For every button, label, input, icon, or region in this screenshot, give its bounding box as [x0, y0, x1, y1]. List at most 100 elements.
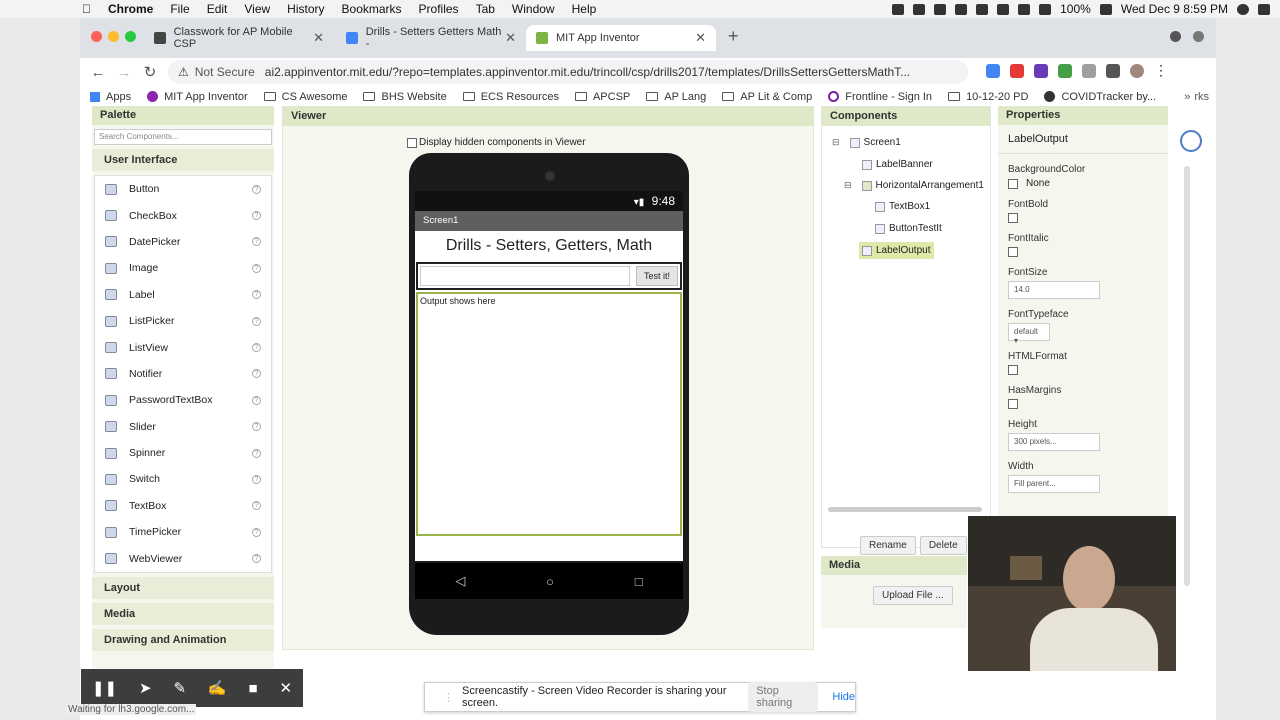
help-icon[interactable]: ?	[252, 211, 261, 221]
category-drawing-animation[interactable]: Drawing and Animation	[92, 629, 274, 651]
tree-node-labeloutput[interactable]: LabelOutput	[859, 242, 934, 259]
help-icon[interactable]: ?	[252, 474, 261, 484]
category-layout[interactable]: Layout	[92, 577, 274, 599]
help-icon[interactable]: ?	[252, 422, 261, 432]
back-icon[interactable]: ←	[88, 64, 108, 81]
fontbold-checkbox[interactable]	[1008, 213, 1018, 223]
profile-avatar-icon[interactable]	[1130, 64, 1144, 78]
collapse-icon[interactable]: ⊟	[832, 137, 840, 148]
category-user-interface[interactable]: User Interface	[92, 149, 274, 171]
url-text[interactable]: ai2.appinventor.mit.edu/?repo=templates.…	[265, 65, 910, 79]
menu-edit[interactable]: Edit	[207, 2, 228, 16]
bookmark-ap-lang[interactable]: AP Lang	[646, 91, 706, 103]
label-banner[interactable]: Drills - Setters, Getters, Math	[415, 237, 683, 255]
tree-node-screen1[interactable]: ⊟ Screen1	[832, 137, 901, 148]
camera-icon[interactable]: ■	[248, 680, 257, 697]
screen-title-bar[interactable]: Screen1	[415, 211, 683, 231]
bookmark-ap-lit-comp[interactable]: AP Lit & Comp	[722, 91, 812, 103]
close-icon[interactable]: ✕	[279, 679, 292, 697]
menu-profiles[interactable]: Profiles	[419, 2, 459, 16]
minimize-window-icon[interactable]	[108, 31, 119, 42]
help-icon[interactable]: ?	[252, 501, 261, 511]
palette-item-spinner[interactable]: Spinner?	[95, 440, 271, 466]
wifi-icon[interactable]	[1018, 3, 1031, 15]
pause-icon[interactable]: ❚❚	[92, 679, 117, 697]
extension-icon[interactable]	[1082, 64, 1096, 78]
help-icon[interactable]: ?	[252, 395, 261, 405]
prop-backgroundcolor-value[interactable]: None	[1008, 178, 1168, 189]
user-icon[interactable]	[1237, 3, 1249, 15]
palette-item-webviewer[interactable]: WebViewer?	[95, 545, 271, 571]
menu-window[interactable]: Window	[512, 2, 555, 16]
close-tab-icon[interactable]: ✕	[505, 30, 516, 46]
bitmoji-icon[interactable]	[1034, 64, 1048, 78]
menu-help[interactable]: Help	[572, 2, 597, 16]
palette-item-listview[interactable]: ListView?	[95, 334, 271, 360]
app-menu[interactable]: Chrome	[108, 2, 153, 16]
width-input[interactable]: Fill parent...	[1008, 475, 1100, 493]
reload-icon[interactable]: ↻	[140, 63, 160, 81]
close-tab-icon[interactable]: ✕	[313, 30, 324, 46]
help-icon[interactable]: ?	[252, 263, 261, 273]
help-icon[interactable]: ?	[252, 527, 261, 537]
more-icon[interactable]: ⋮	[1154, 63, 1168, 78]
bookmark-pd[interactable]: 10-12-20 PD	[948, 91, 1028, 103]
hidden-components-toggle[interactable]: Display hidden components in Viewer	[407, 137, 586, 148]
pen-icon[interactable]: ✎	[173, 679, 186, 697]
bookmark-bhs-website[interactable]: BHS Website	[363, 91, 447, 103]
palette-item-label[interactable]: Label?	[95, 282, 271, 308]
tree-node-horizontalarrangement1[interactable]: ⊟ HorizontalArrangement1	[844, 180, 984, 191]
volume-icon[interactable]	[1039, 3, 1052, 15]
tab-drills[interactable]: Drills - Setters Getters Math - ✕	[336, 25, 526, 51]
palette-item-notifier[interactable]: Notifier?	[95, 361, 271, 387]
palette-item-image[interactable]: Image?	[95, 255, 271, 281]
collapse-icon[interactable]: ⊟	[844, 180, 852, 191]
help-icon[interactable]: ?	[252, 343, 261, 353]
help-icon[interactable]: ?	[252, 448, 261, 458]
menu-history[interactable]: History	[287, 2, 324, 16]
close-window-icon[interactable]	[91, 31, 102, 42]
fonttypeface-dropdown[interactable]: default ▾	[1008, 323, 1050, 345]
upload-file-button[interactable]: Upload File ...	[873, 586, 953, 605]
help-icon[interactable]: ?	[252, 554, 261, 564]
tab-classwork[interactable]: Classwork for AP Mobile CSP ✕	[144, 25, 334, 51]
bluetooth-icon[interactable]	[976, 3, 989, 15]
palette-item-listpicker[interactable]: ListPicker?	[95, 308, 271, 334]
bookmark-covidtracker[interactable]: COVIDTracker by...	[1044, 91, 1156, 103]
bookmark-frontline[interactable]: Frontline - Sign In	[828, 91, 932, 103]
music-icon[interactable]	[955, 3, 968, 15]
menu-bookmarks[interactable]: Bookmarks	[342, 2, 402, 16]
help-icon[interactable]: ?	[252, 184, 261, 194]
apple-icon[interactable]: 	[82, 2, 91, 16]
calendar-ext-icon[interactable]	[1058, 64, 1072, 78]
battery-icon[interactable]	[1099, 3, 1112, 15]
drag-handle-icon[interactable]: ⋮	[443, 691, 454, 704]
components-scrollbar[interactable]	[828, 507, 982, 512]
htmlformat-checkbox[interactable]	[1008, 365, 1018, 375]
warning-icon[interactable]: ⚠	[178, 65, 189, 79]
bookmark-ecs-resources[interactable]: ECS Resources	[462, 91, 559, 103]
delete-button[interactable]: Delete	[919, 536, 967, 555]
hidden-components-checkbox[interactable]	[407, 137, 417, 148]
bookmark-mit-app-inventor[interactable]: MIT App Inventor	[147, 91, 248, 103]
palette-item-button[interactable]: Button?	[95, 176, 271, 202]
category-media[interactable]: Media	[92, 603, 274, 625]
help-icon[interactable]: ?	[252, 316, 261, 326]
palette-item-textbox[interactable]: TextBox?	[95, 493, 271, 519]
palette-item-timepicker[interactable]: TimePicker?	[95, 519, 271, 545]
close-tab-icon[interactable]: ✕	[695, 30, 706, 46]
highlighter-icon[interactable]: ✍	[208, 679, 227, 697]
maximize-window-icon[interactable]	[125, 31, 136, 42]
horizontal-arrangement[interactable]: Test it!	[416, 262, 682, 290]
hasmargins-checkbox[interactable]	[1008, 399, 1018, 409]
new-tab-icon[interactable]: +	[728, 26, 739, 47]
screencastify-icon[interactable]	[913, 3, 926, 15]
cursor-icon[interactable]: ➤	[139, 679, 152, 697]
extension-icon[interactable]	[1193, 31, 1204, 42]
hide-button[interactable]: Hide	[832, 691, 855, 703]
clock[interactable]: Wed Dec 9 8:59 PM	[1121, 2, 1228, 16]
other-bookmarks[interactable]: rks	[1194, 91, 1209, 103]
translate-icon[interactable]	[986, 64, 1000, 78]
help-circle-icon[interactable]	[1180, 130, 1202, 152]
bookmark-cs-awesome[interactable]: CS Awesome	[263, 91, 347, 103]
